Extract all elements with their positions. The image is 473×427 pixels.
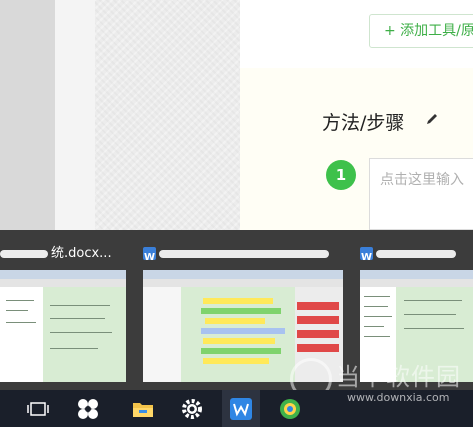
obscured-text — [159, 249, 329, 258]
step-input-box[interactable]: 点击这里输入 — [369, 158, 473, 230]
wps-small-icon — [143, 246, 156, 266]
settings-icon[interactable] — [179, 396, 205, 422]
fan-app-icon[interactable] — [75, 396, 101, 422]
watermark-name: 当下软件园 — [336, 363, 461, 391]
windows-taskbar: www.downxia.com — [0, 390, 473, 427]
toolbar-area: + 添加工具/原 — [240, 0, 473, 68]
wps-writer-icon[interactable] — [228, 396, 254, 422]
step-input-placeholder: 点击这里输入 — [380, 172, 464, 188]
preview-title-3 — [360, 242, 473, 266]
preview-title-2 — [143, 242, 343, 266]
preview-title-1: 统.docx... — [0, 242, 126, 266]
watermark-url: www.downxia.com — [347, 391, 450, 404]
textured-background — [95, 0, 240, 230]
step-number-badge: 1 — [326, 160, 356, 190]
wps-small-icon — [360, 246, 373, 266]
obscured-text — [376, 249, 456, 258]
add-tool-button[interactable]: + 添加工具/原 — [369, 14, 473, 48]
article-content-area: + 添加工具/原 方法/步骤 1 点击这里输入 — [240, 0, 473, 230]
preview-image-1 — [0, 270, 126, 382]
green-browser-icon[interactable] — [277, 396, 303, 422]
file-explorer-icon[interactable] — [130, 396, 156, 422]
task-view-icon[interactable] — [25, 396, 51, 422]
window-preview-1[interactable]: 统.docx... — [0, 242, 126, 382]
pencil-edit-icon[interactable] — [425, 112, 439, 126]
method-heading: 方法/步骤 — [322, 112, 405, 134]
obscured-text — [0, 249, 48, 258]
left-margin — [55, 0, 95, 230]
left-side-panel — [0, 0, 55, 230]
